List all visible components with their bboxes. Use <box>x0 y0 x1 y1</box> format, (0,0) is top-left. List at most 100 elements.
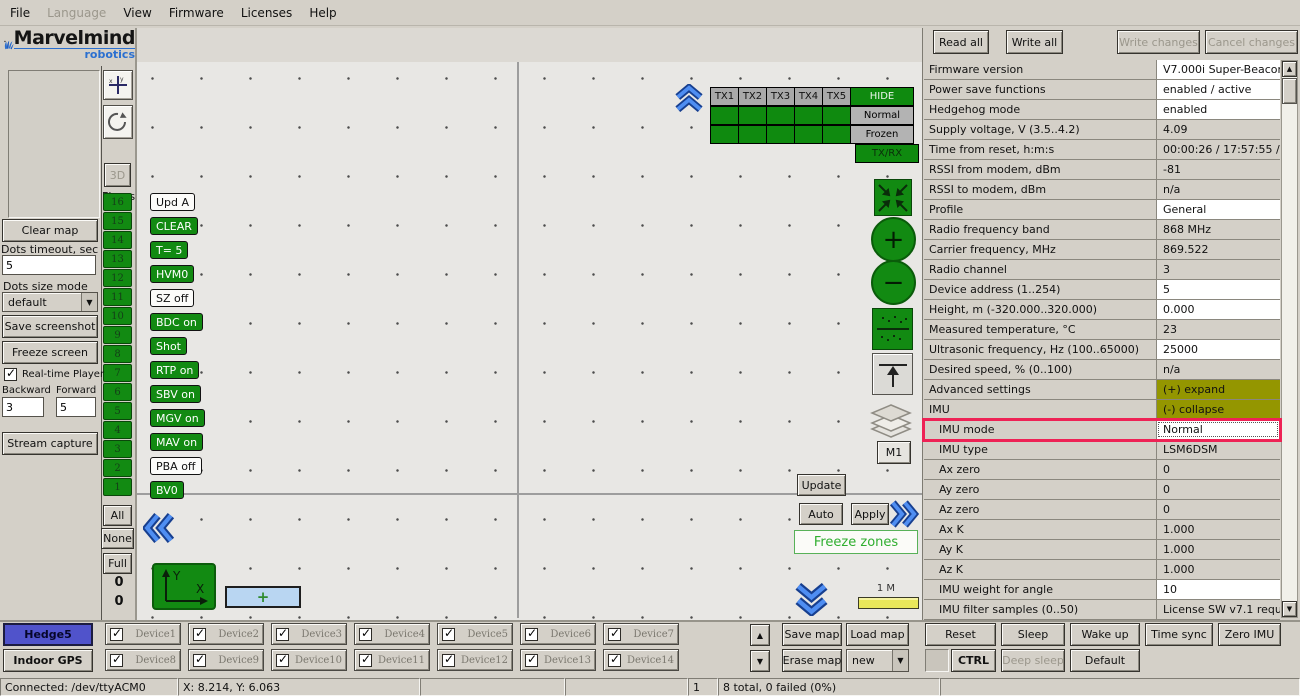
layers-button[interactable] <box>867 402 915 440</box>
clear-map-button[interactable]: Clear map <box>2 219 98 242</box>
floor-button[interactable]: 11 <box>103 288 132 306</box>
settings-row[interactable]: Time from reset, h:m:s 00:00:26 / 17:57:… <box>924 140 1280 160</box>
device-scroll-up-icon[interactable]: ▲ <box>750 624 770 646</box>
stream-capture-button[interactable]: Stream capture <box>2 432 98 455</box>
device-toggle[interactable]: Device13 <box>520 649 596 671</box>
device-checkbox[interactable] <box>110 654 123 667</box>
settings-row[interactable]: Measured temperature, °C 23 <box>924 320 1280 340</box>
tx-header-cell[interactable]: TX1 <box>710 87 739 106</box>
setting-value[interactable]: -81 <box>1156 160 1280 179</box>
floors-none-button[interactable]: None <box>101 528 134 549</box>
setting-value[interactable]: 0 <box>1156 460 1280 479</box>
setting-value[interactable]: 0.000 <box>1156 300 1280 319</box>
dots-size-mode-select[interactable]: default ▼ <box>2 292 98 312</box>
settings-row[interactable]: IMU filter samples (0..50) License SW v7… <box>924 600 1280 620</box>
setting-value[interactable]: 4.09 <box>1156 120 1280 139</box>
settings-row[interactable]: Ay K 1.000 <box>924 540 1280 560</box>
sleep-button[interactable]: Sleep <box>1001 623 1065 646</box>
map-toggle-button[interactable]: Shot <box>150 337 187 355</box>
dots-display-button[interactable] <box>872 308 913 350</box>
axes-origin-button[interactable]: Y X <box>152 563 216 610</box>
device-toggle[interactable]: Device1 <box>105 623 181 645</box>
floor-button[interactable]: 5 <box>103 402 132 420</box>
setting-value[interactable]: 00:00:26 / 17:57:55 / ( <box>1156 140 1280 159</box>
device-checkbox[interactable] <box>110 628 123 641</box>
zoom-out-button[interactable]: − <box>871 260 916 305</box>
apply-button[interactable]: Apply <box>851 503 889 525</box>
menu-item[interactable]: Help <box>309 6 336 20</box>
settings-scrollbar[interactable]: ▲ ▼ <box>1281 60 1298 618</box>
setting-value[interactable]: (+) expand <box>1156 380 1280 399</box>
floors-all-button[interactable]: All <box>103 505 132 526</box>
device-checkbox[interactable] <box>193 628 206 641</box>
settings-row[interactable]: Firmware version V7.000i Super-Beacon <box>924 60 1280 80</box>
settings-row[interactable]: Profile General <box>924 200 1280 220</box>
settings-row[interactable]: Device address (1..254) 5 <box>924 280 1280 300</box>
device-checkbox[interactable] <box>525 628 538 641</box>
pan-right-icon[interactable] <box>889 500 919 528</box>
device-toggle[interactable]: Device2 <box>188 623 264 645</box>
menu-item[interactable]: View <box>123 6 151 20</box>
settings-row[interactable]: IMU mode Normal <box>924 420 1280 440</box>
read-all-button[interactable]: Read all <box>933 30 989 54</box>
map-toggle-button[interactable]: RTP on <box>150 361 199 379</box>
device-toggle[interactable]: Device11 <box>354 649 430 671</box>
setting-value[interactable]: 25000 <box>1156 340 1280 359</box>
dropdown-arrow-icon[interactable]: ▼ <box>892 650 908 671</box>
freeze-screen-button[interactable]: Freeze screen <box>2 341 98 364</box>
floor-button[interactable]: 1 <box>103 478 132 496</box>
scrollbar-down-icon[interactable]: ▼ <box>1282 601 1297 617</box>
tx-txrx-button[interactable]: TX/RX <box>855 144 919 163</box>
erase-map-button[interactable]: Erase map <box>782 649 842 672</box>
floor-button[interactable]: 7 <box>103 364 132 382</box>
time-sync-button[interactable]: Time sync <box>1145 623 1213 646</box>
ctrl-button[interactable]: CTRL <box>951 649 996 672</box>
device-checkbox[interactable] <box>193 654 206 667</box>
settings-row[interactable]: Ultrasonic frequency, Hz (100..65000) 25… <box>924 340 1280 360</box>
setting-value[interactable]: 1.000 <box>1156 520 1280 539</box>
rotate-tool-button[interactable] <box>103 105 133 139</box>
tx-normal-button[interactable]: Normal <box>850 106 914 125</box>
device-toggle[interactable]: Device12 <box>437 649 513 671</box>
tx-header-cell[interactable]: TX2 <box>738 87 767 106</box>
settings-row[interactable]: Az zero 0 <box>924 500 1280 520</box>
setting-value[interactable]: enabled <box>1156 100 1280 119</box>
map-toggle-button[interactable]: BV0 <box>150 481 184 499</box>
dropdown-arrow-icon[interactable]: ▼ <box>81 293 97 311</box>
settings-row[interactable]: Height, m (-320.000..320.000) 0.000 <box>924 300 1280 320</box>
m1-button[interactable]: M1 <box>877 441 911 464</box>
write-all-button[interactable]: Write all <box>1006 30 1063 54</box>
tx-header-cell[interactable]: TX3 <box>766 87 795 106</box>
tx-header-cell[interactable]: TX5 <box>822 87 851 106</box>
menu-item[interactable]: File <box>10 6 30 20</box>
setting-value[interactable]: LSM6DSM <box>1156 440 1280 459</box>
tx-header-cell[interactable]: TX4 <box>794 87 823 106</box>
setting-value[interactable]: Normal <box>1156 420 1280 439</box>
device-toggle[interactable]: Device4 <box>354 623 430 645</box>
floor-button[interactable]: 4 <box>103 421 132 439</box>
hedge-device-button[interactable]: Hedge5 <box>3 623 93 646</box>
load-map-button[interactable]: Load map <box>846 623 909 646</box>
pan-down-icon[interactable] <box>795 583 828 616</box>
setting-value[interactable]: V7.000i Super-Beacon <box>1156 60 1280 79</box>
map-toggle-button[interactable]: T= 5 <box>150 241 188 259</box>
settings-row[interactable]: IMU weight for angle 10 <box>924 580 1280 600</box>
setting-value[interactable]: n/a <box>1156 180 1280 199</box>
ctrl-checkbox[interactable] <box>925 649 949 672</box>
setting-value[interactable]: (-) collapse <box>1156 400 1280 419</box>
forward-input[interactable] <box>56 397 96 417</box>
backward-input[interactable] <box>2 397 44 417</box>
setting-value[interactable]: 1.000 <box>1156 560 1280 579</box>
device-checkbox[interactable] <box>442 628 455 641</box>
settings-row[interactable]: Az K 1.000 <box>924 560 1280 580</box>
wake-up-button[interactable]: Wake up <box>1070 623 1140 646</box>
device-toggle[interactable]: Device7 <box>603 623 679 645</box>
default-button[interactable]: Default <box>1070 649 1140 672</box>
settings-row[interactable]: Radio frequency band 868 MHz <box>924 220 1280 240</box>
map-toggle-button[interactable]: SBV on <box>150 385 201 403</box>
setting-value[interactable]: enabled / active <box>1156 80 1280 99</box>
floor-button[interactable]: 12 <box>103 269 132 287</box>
device-checkbox[interactable] <box>276 628 289 641</box>
settings-row[interactable]: Carrier frequency, MHz 869.522 <box>924 240 1280 260</box>
device-toggle[interactable]: Device3 <box>271 623 347 645</box>
